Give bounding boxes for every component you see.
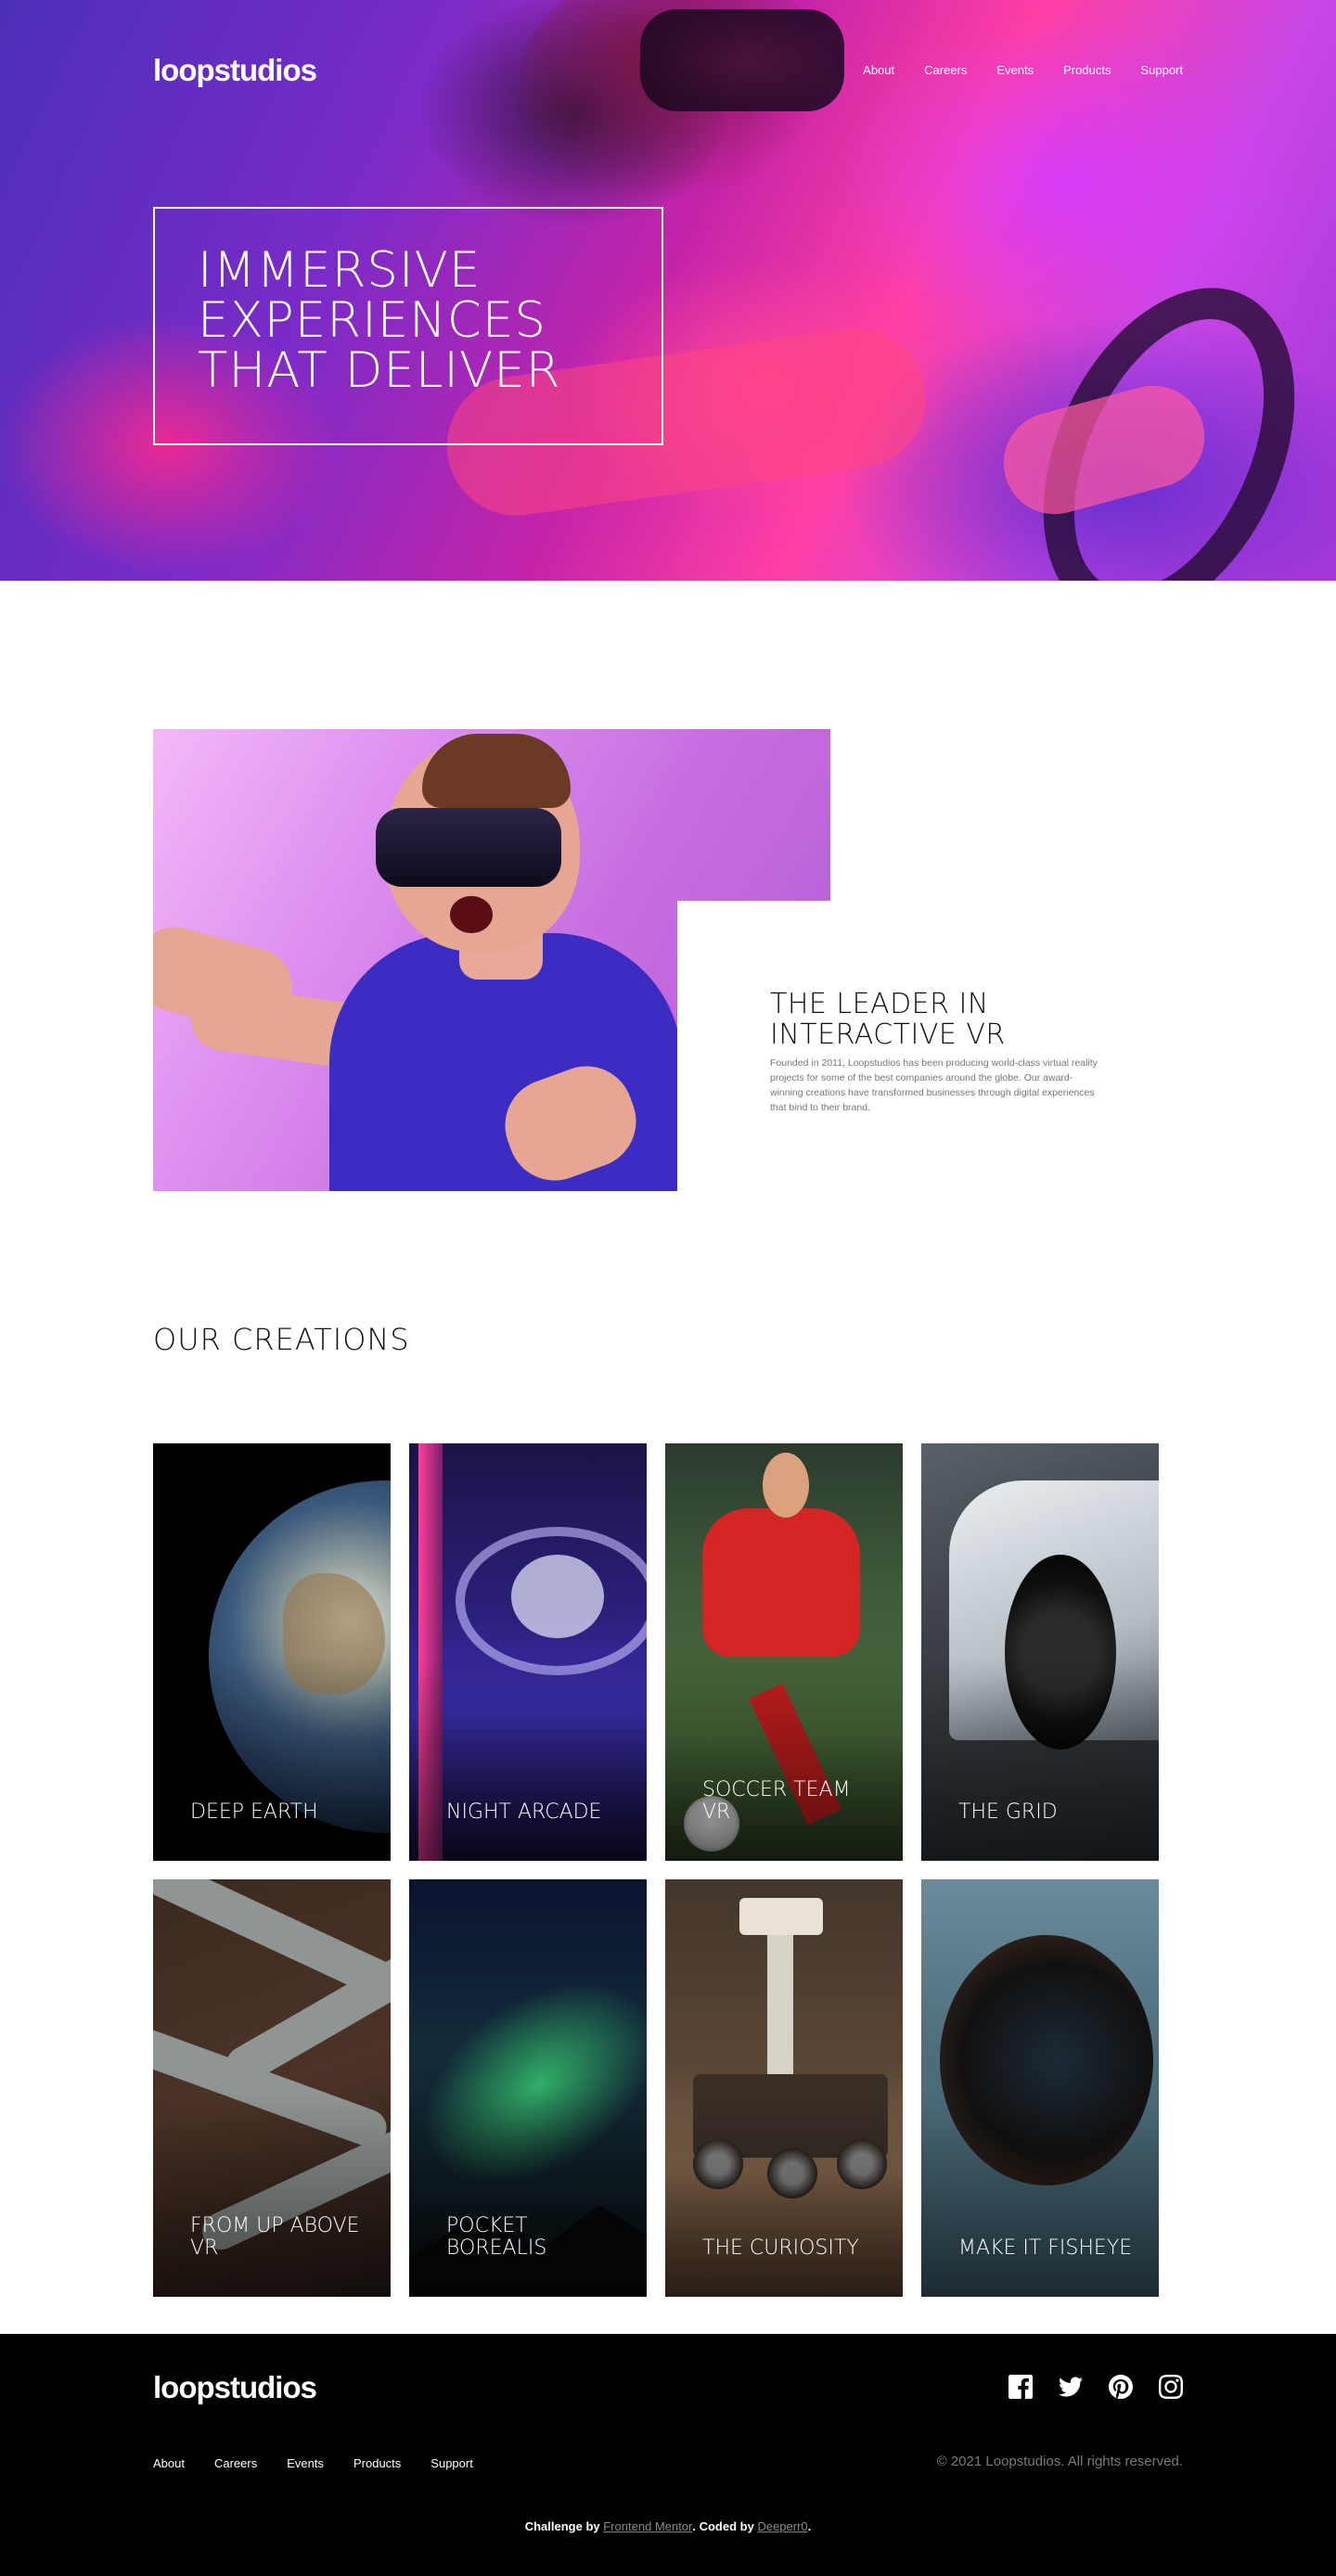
about-image-mouth bbox=[450, 896, 493, 933]
creation-label: Deep earth bbox=[190, 1801, 318, 1824]
social-links bbox=[1008, 2375, 1183, 2400]
creations-title: Our creations bbox=[153, 1322, 410, 1357]
footer-link-about[interactable]: About bbox=[153, 2456, 185, 2471]
nav-link-events[interactable]: Events bbox=[996, 63, 1034, 78]
footer: loopstudios About Careers Events Product… bbox=[0, 2334, 1336, 2576]
about-title: The leader in interactive VR bbox=[770, 988, 1006, 1051]
soccer-player-shirt-image bbox=[702, 1508, 860, 1657]
nav-link-products[interactable]: Products bbox=[1063, 63, 1111, 78]
hero-title-box: Immersive experiences that deliver bbox=[153, 207, 663, 445]
creation-label: From up above VR bbox=[190, 2214, 360, 2260]
rover-wheel-image bbox=[693, 2139, 743, 2189]
nav-link-about[interactable]: About bbox=[863, 63, 894, 78]
attribution-prefix: Challenge by bbox=[524, 2519, 600, 2533]
footer-nav: About Careers Events Products Support bbox=[153, 2456, 473, 2471]
attribution: Challenge by Frontend Mentor. Coded by D… bbox=[0, 2519, 1336, 2534]
creation-card-soccer-team-vr[interactable]: Soccer team VR bbox=[665, 1443, 903, 1861]
creation-card-make-it-fisheye[interactable]: Make it fisheye bbox=[921, 1879, 1159, 2297]
creation-card-deep-earth[interactable]: Deep earth bbox=[153, 1443, 391, 1861]
main-navigation: loopstudios About Careers Events Product… bbox=[153, 52, 1183, 89]
facebook-icon[interactable] bbox=[1008, 2375, 1033, 2399]
footer-link-products[interactable]: Products bbox=[353, 2456, 401, 2471]
twitter-icon[interactable] bbox=[1059, 2375, 1083, 2399]
creation-label: Soccer team VR bbox=[702, 1778, 851, 1824]
aurora-image bbox=[409, 1940, 647, 2227]
footer-link-careers[interactable]: Careers bbox=[214, 2456, 257, 2471]
hero-section: loopstudios About Careers Events Product… bbox=[0, 0, 1336, 581]
about-image-headset bbox=[376, 808, 561, 887]
rover-wheel-image bbox=[837, 2139, 887, 2189]
frontend-mentor-link[interactable]: Frontend Mentor bbox=[603, 2519, 692, 2533]
creation-card-the-curiosity[interactable]: The curiosity bbox=[665, 1879, 903, 2297]
arcade-target-image bbox=[511, 1555, 604, 1638]
pinterest-icon[interactable] bbox=[1109, 2375, 1133, 2400]
hero-title: Immersive experiences that deliver bbox=[198, 242, 561, 399]
creation-label: Make it fisheye bbox=[958, 2236, 1133, 2260]
about-card: The leader in interactive VR Founded in … bbox=[677, 901, 1183, 1191]
creation-card-the-grid[interactable]: The grid bbox=[921, 1443, 1159, 1861]
rover-camera-image bbox=[739, 1898, 823, 1935]
site-logo[interactable]: loopstudios bbox=[153, 52, 317, 89]
copyright-text: © 2021 Loopstudios. All rights reserved. bbox=[936, 2454, 1183, 2469]
creation-label: The grid bbox=[958, 1801, 1058, 1824]
creation-card-night-arcade[interactable]: Night arcade bbox=[409, 1443, 647, 1861]
creation-label: The curiosity bbox=[702, 2236, 859, 2260]
attribution-suffix: . bbox=[807, 2519, 812, 2533]
about-image-hair bbox=[422, 734, 571, 808]
creation-label: Night arcade bbox=[446, 1801, 602, 1824]
footer-logo[interactable]: loopstudios bbox=[153, 2369, 317, 2406]
instagram-icon[interactable] bbox=[1159, 2375, 1183, 2399]
rover-mast-image bbox=[767, 1916, 793, 2093]
creation-card-pocket-borealis[interactable]: Pocket borealis bbox=[409, 1879, 647, 2297]
fisheye-planet-image bbox=[940, 1935, 1153, 2185]
race-car-wheel-image bbox=[1005, 1555, 1116, 1749]
creation-card-from-up-above-vr[interactable]: From up above VR bbox=[153, 1879, 391, 2297]
arcade-pole-image bbox=[418, 1443, 443, 1861]
attribution-coded-prefix: . Coded by bbox=[692, 2519, 754, 2533]
author-link[interactable]: Deeperr0 bbox=[757, 2519, 807, 2533]
about-text: Founded in 2011, Loopstudios has been pr… bbox=[770, 1057, 1098, 1113]
nav-link-support[interactable]: Support bbox=[1140, 63, 1183, 78]
rover-body-image bbox=[693, 2074, 888, 2158]
nav-link-careers[interactable]: Careers bbox=[924, 63, 967, 78]
footer-link-events[interactable]: Events bbox=[287, 2456, 324, 2471]
rover-wheel-image bbox=[767, 2148, 817, 2198]
earth-image bbox=[209, 1480, 391, 1833]
nav-links: About Careers Events Products Support bbox=[863, 63, 1183, 78]
footer-link-support[interactable]: Support bbox=[430, 2456, 473, 2471]
soccer-player-head-image bbox=[763, 1453, 809, 1518]
creation-label: Pocket borealis bbox=[446, 2214, 547, 2260]
